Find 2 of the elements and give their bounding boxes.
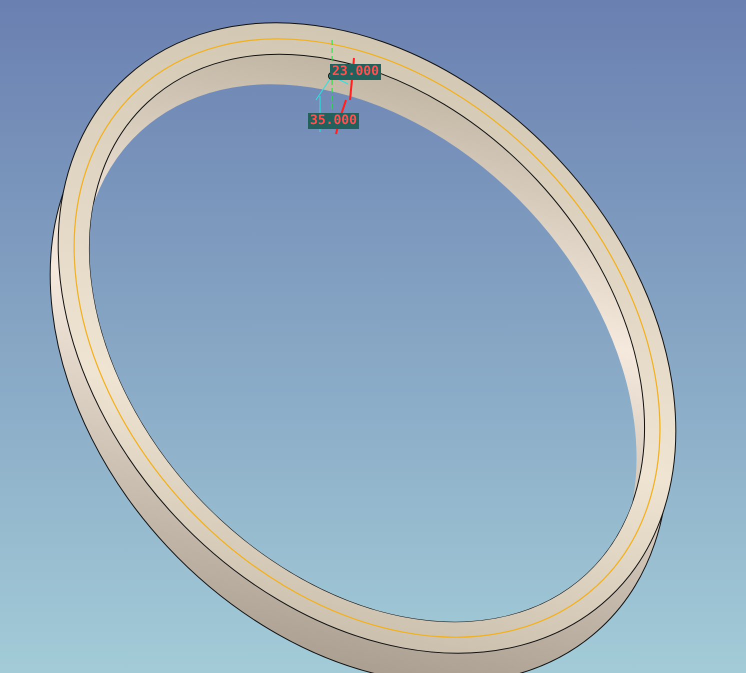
- dimension-label: 23.000: [330, 64, 381, 80]
- dimension-label: 35.000: [308, 113, 359, 129]
